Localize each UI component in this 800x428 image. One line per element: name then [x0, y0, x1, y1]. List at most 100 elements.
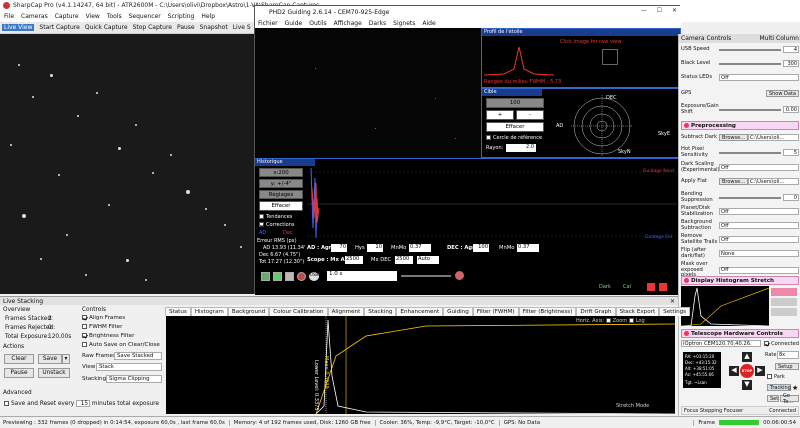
set-button[interactable]: Set [767, 395, 779, 402]
gamma-slider[interactable] [401, 275, 451, 277]
tab-filter-brightness[interactable]: Filter (Brightness) [518, 307, 577, 316]
menu-scripting[interactable]: Scripting [168, 13, 195, 20]
live-stack-button[interactable]: Live S [233, 24, 251, 31]
exposure-shift-slider[interactable] [719, 108, 781, 111]
black-level-value[interactable]: 300 [783, 60, 799, 67]
tab-background[interactable]: Background [227, 307, 270, 316]
close-icon[interactable]: ✕ [672, 7, 677, 14]
minimize-icon[interactable]: — [641, 7, 647, 14]
mask-select[interactable]: Off [719, 266, 799, 274]
save-stack-button[interactable]: Save [38, 354, 62, 364]
slew-south-icon[interactable]: ▼ [742, 380, 752, 390]
save-reset-checkbox[interactable] [4, 401, 9, 406]
stop-capture-button[interactable]: Stop Capture [133, 24, 172, 31]
unstack-button[interactable]: Unstack [38, 368, 70, 378]
snapshot-button[interactable]: Snapshot [200, 24, 228, 31]
phd-menu-darks[interactable]: Darks [369, 20, 386, 27]
tab-histogram[interactable]: Histogram [190, 307, 228, 316]
menu-capture[interactable]: Capture [55, 13, 79, 20]
history-settings-button[interactable]: Réglages [259, 190, 303, 199]
start-capture-button[interactable]: Start Capture [39, 24, 79, 31]
raw-frames-select[interactable]: Save Stacked [114, 352, 162, 360]
ref-circle-checkbox[interactable]: Cercle de référence [486, 135, 542, 141]
exposure-shift-value[interactable]: 0.00 [783, 106, 799, 113]
maximize-icon[interactable]: ☐ [657, 7, 662, 14]
menu-file[interactable]: File [4, 13, 14, 20]
histogram-stretch-section[interactable]: Display Histogram Stretch [681, 276, 799, 285]
dec-agr-input[interactable]: 100 [473, 244, 489, 252]
tab-alignment[interactable]: Alignment [327, 307, 365, 316]
tab-guiding[interactable]: Guiding [443, 307, 473, 316]
hist-log-checkbox[interactable] [628, 318, 634, 323]
tab-settings[interactable]: Settings [659, 307, 691, 316]
save-reset-input[interactable]: 15 [76, 400, 91, 407]
menu-cameras[interactable]: Cameras [21, 13, 48, 20]
black-level-slider[interactable] [719, 62, 781, 65]
guide-icon[interactable] [285, 272, 294, 281]
fwhm-filter-checkbox[interactable]: FWHM Filter [82, 324, 122, 330]
stabilization-select[interactable]: Off [719, 208, 799, 215]
telescope-name[interactable]: iOptron CEM120.70.40.26. [681, 340, 762, 347]
phd-menu-aide[interactable]: Aide [422, 20, 435, 27]
menu-tools[interactable]: Tools [107, 13, 122, 20]
stretch-auto-icon[interactable] [771, 308, 797, 316]
slew-west-icon[interactable]: ◀ [729, 366, 739, 376]
pause-stack-button[interactable]: Pause [4, 368, 34, 378]
usb-speed-value[interactable]: 4 [783, 46, 799, 53]
connect-icon[interactable]: USB [309, 272, 319, 281]
clear-stack-button[interactable]: Clear [4, 354, 34, 364]
phd-menu-outils[interactable]: Outils [309, 20, 326, 27]
loop-icon[interactable] [261, 272, 270, 281]
telescope-setup-button[interactable]: Setup [775, 363, 799, 370]
rate-select[interactable]: 8x [777, 351, 799, 359]
corrections-checkbox[interactable]: Corrections [259, 222, 294, 228]
brightness-filter-checkbox[interactable]: Brightness Filter [82, 333, 134, 339]
park-checkbox[interactable]: Park [767, 374, 785, 380]
preprocessing-section[interactable]: Preprocessing [681, 121, 799, 130]
mnmo-input[interactable]: 0.37 [409, 244, 431, 252]
telescope-connected-checkbox[interactable] [764, 340, 771, 347]
phd2-guide-image[interactable] [255, 28, 481, 158]
flip-select[interactable]: None [719, 250, 799, 257]
exposure-select[interactable]: 1.0 s [327, 271, 397, 281]
apply-flat-browse[interactable]: Browse... [719, 178, 748, 185]
phd-menu-signets[interactable]: Signets [393, 20, 415, 27]
phd-menu-affichage[interactable]: Affichage [334, 20, 362, 27]
tab-stacking[interactable]: Stacking [364, 307, 397, 316]
star-profile-panel[interactable]: Profil de l'étoile Click image for raw v… [481, 28, 681, 88]
status-leds-select[interactable]: Off [719, 74, 799, 81]
tab-filter-fwhm[interactable]: Filter (FWHM) [472, 307, 519, 316]
banding-value[interactable]: 0 [783, 194, 799, 201]
menu-help[interactable]: Help [201, 13, 215, 20]
stop-icon[interactable] [297, 272, 306, 281]
menu-view[interactable]: View [86, 13, 100, 20]
satellite-select[interactable]: Off [719, 236, 799, 243]
save-options-icon[interactable]: ▾ [62, 354, 70, 364]
radius-input[interactable]: 2.0 [506, 144, 536, 152]
ad-agr-input[interactable]: 70 [331, 244, 347, 252]
hot-pixel-value[interactable]: 5 [783, 149, 799, 156]
hys-input[interactable]: 10 [367, 244, 383, 252]
mx-dec-input[interactable]: 2500 [395, 256, 413, 264]
quick-capture-button[interactable]: Quick Capture [85, 24, 128, 31]
auto-select-star-icon[interactable] [273, 272, 282, 281]
tab-drift-graph[interactable]: Drift Graph [576, 307, 616, 316]
slew-north-icon[interactable]: ▲ [742, 352, 752, 362]
view-select[interactable]: Stack [96, 363, 162, 371]
tab-enhancement[interactable]: Enhancement [396, 307, 444, 316]
gps-show-data-button[interactable]: Show Data [765, 90, 799, 97]
tab-status[interactable]: Status [165, 307, 191, 316]
banding-slider[interactable] [719, 196, 781, 199]
dark-scaling-select[interactable]: Off [719, 164, 799, 171]
target-clear-button[interactable]: Effacer [486, 122, 544, 132]
subtract-dark-browse[interactable]: Browse... [719, 134, 748, 141]
hot-pixel-slider[interactable] [719, 151, 781, 154]
subtract-dark-path[interactable]: C:\Users\oli... [747, 134, 799, 141]
apply-flat-path[interactable]: C:\Users\oli... [747, 178, 799, 185]
dec-mode-select[interactable]: Auto [417, 256, 439, 264]
align-frames-checkbox[interactable]: Align Frames [82, 315, 125, 321]
histogram-stretch-graph[interactable] [681, 286, 769, 326]
tracking-button[interactable]: Tracking [767, 384, 791, 391]
phd-menu-guide[interactable]: Guide [285, 20, 303, 27]
stack-histogram[interactable]: Mean 0.3939 Lower Level: 0.3375 Horiz. A… [166, 316, 675, 414]
